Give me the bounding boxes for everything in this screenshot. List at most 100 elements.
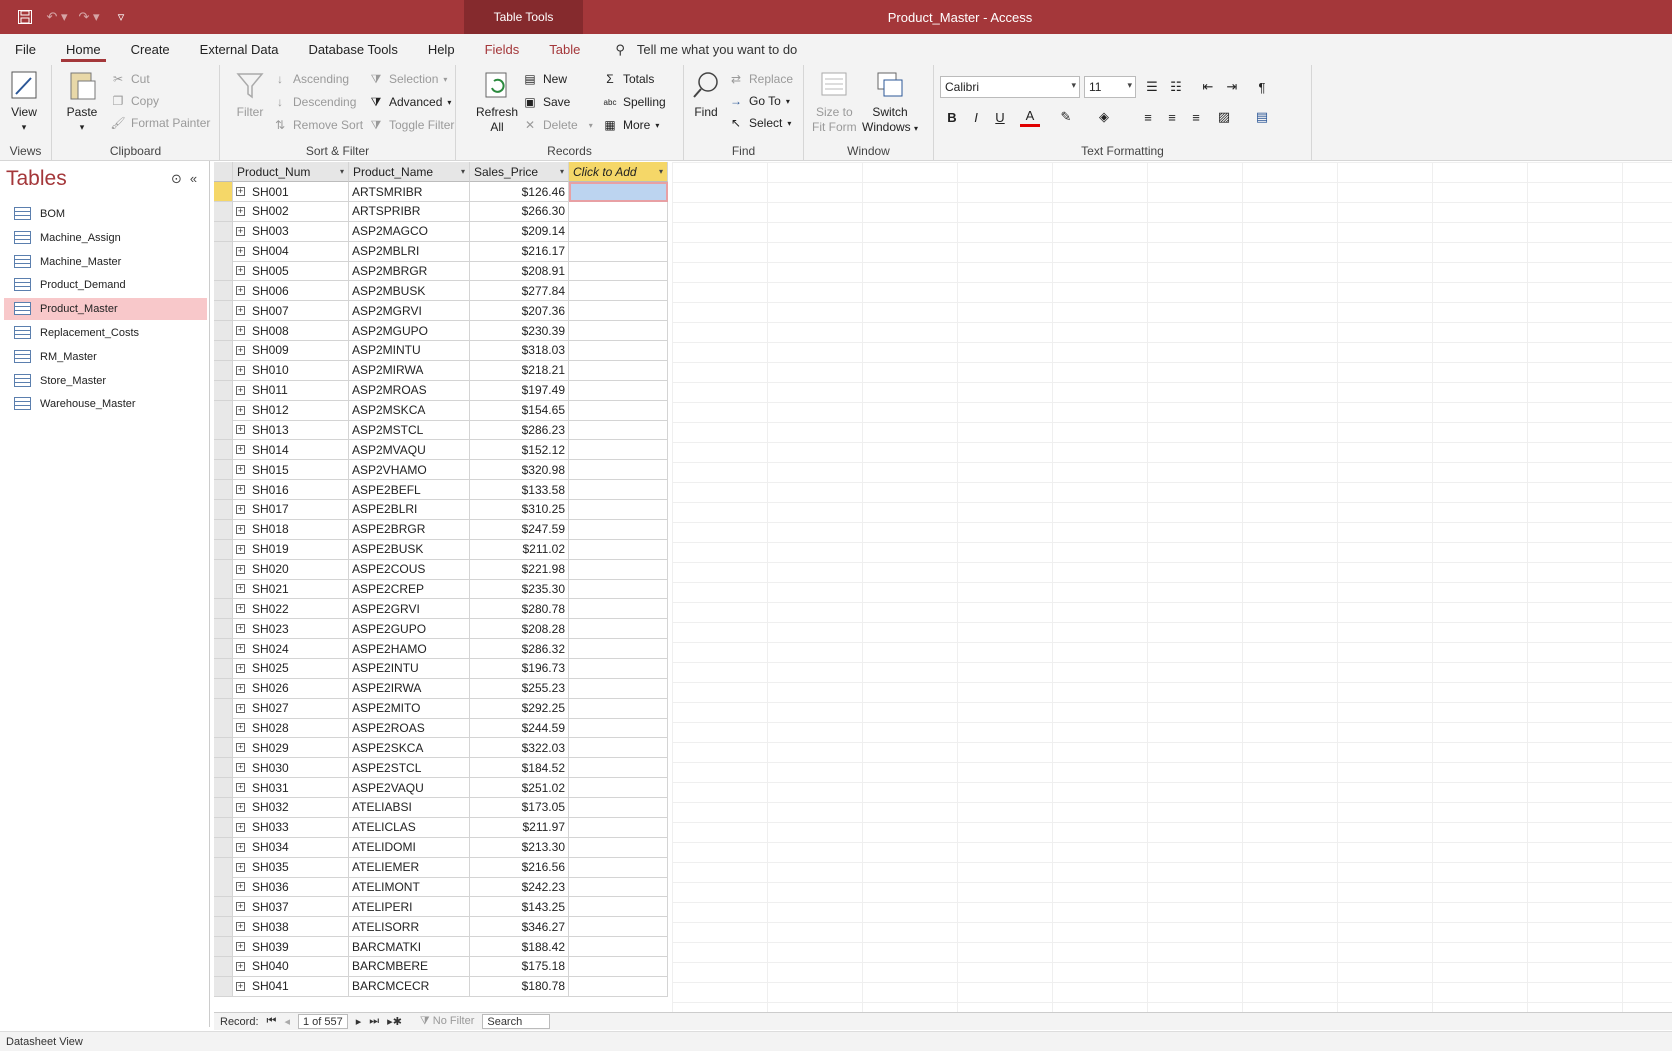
record-selector[interactable] [214, 817, 233, 838]
sales-price-cell[interactable]: $346.27 [470, 917, 569, 938]
product-num-cell[interactable]: + SH028 [233, 718, 349, 739]
record-selector[interactable] [214, 837, 233, 858]
expand-plus-icon[interactable]: + [236, 703, 245, 713]
click-to-add-cell[interactable] [569, 698, 668, 719]
table-row[interactable]: + SH021 ASPE2CREP $235.30 [214, 579, 668, 600]
product-name-cell[interactable]: ASPE2CREP [349, 579, 470, 600]
undo-icon[interactable]: ↶ ▾ [46, 6, 68, 28]
click-to-add-cell[interactable] [569, 519, 668, 540]
click-to-add-cell[interactable] [569, 758, 668, 779]
product-name-cell[interactable]: ASPE2BUSK [349, 539, 470, 560]
table-row[interactable]: + SH019 ASPE2BUSK $211.02 [214, 539, 668, 560]
last-record-icon[interactable]: ⏭ [369, 1015, 379, 1028]
record-selector[interactable] [214, 241, 233, 262]
product-name-cell[interactable]: ASPE2BLRI [349, 499, 470, 520]
click-to-add-cell[interactable] [569, 499, 668, 520]
column-header[interactable]: Product_Num ▾ [233, 162, 349, 182]
product-name-cell[interactable]: ATELIABSI [349, 797, 470, 818]
click-to-add-cell[interactable] [569, 897, 668, 918]
sales-price-cell[interactable]: $230.39 [470, 321, 569, 342]
record-selector[interactable] [214, 718, 233, 739]
replace-button[interactable]: ⇄ Replace [728, 71, 793, 87]
table-row[interactable]: + SH014 ASP2MVAQU $152.12 [214, 440, 668, 461]
product-name-cell[interactable]: ATELIMONT [349, 877, 470, 898]
click-to-add-cell[interactable] [569, 639, 668, 659]
record-selector[interactable] [214, 340, 233, 361]
product-num-cell[interactable]: + SH009 [233, 340, 349, 361]
decrease-indent-icon[interactable]: ⇤ [1198, 77, 1218, 97]
table-row[interactable]: + SH037 ATELIPERI $143.25 [214, 897, 668, 918]
click-to-add-cell[interactable] [569, 400, 668, 421]
sales-price-cell[interactable]: $216.56 [470, 857, 569, 878]
product-name-cell[interactable]: ASP2MSTCL [349, 420, 470, 441]
product-name-cell[interactable]: ATELIPERI [349, 897, 470, 918]
click-to-add-cell[interactable] [569, 976, 668, 997]
align-center-icon[interactable]: ≡ [1162, 107, 1182, 127]
product-name-cell[interactable]: ASP2MBUSK [349, 281, 470, 302]
save-icon[interactable] [14, 6, 36, 28]
click-to-add-cell[interactable] [569, 937, 668, 958]
sales-price-cell[interactable]: $251.02 [470, 778, 569, 799]
product-name-cell[interactable]: ASPE2SKCA [349, 738, 470, 759]
product-num-cell[interactable]: + SH029 [233, 738, 349, 759]
table-row[interactable]: + SH012 ASP2MSKCA $154.65 [214, 400, 668, 421]
tell-me-box[interactable]: ⚲ Tell me what you want to do [615, 42, 797, 58]
paragraph-direction-icon[interactable]: ¶ [1252, 77, 1272, 97]
product-num-cell[interactable]: + SH037 [233, 897, 349, 918]
table-row[interactable]: + SH020 ASPE2COUS $221.98 [214, 559, 668, 580]
column-dropdown-icon[interactable]: ▾ [560, 167, 564, 176]
selection-button[interactable]: ⧩ Selection ▾ [368, 71, 448, 87]
expand-plus-icon[interactable]: + [236, 763, 245, 773]
click-to-add-column[interactable]: Click to Add ▾ [569, 162, 668, 182]
expand-plus-icon[interactable]: + [236, 405, 245, 415]
expand-plus-icon[interactable]: + [236, 365, 245, 375]
record-selector[interactable] [214, 480, 233, 501]
record-selector[interactable] [214, 976, 233, 997]
product-name-cell[interactable]: ASPE2GRVI [349, 599, 470, 620]
record-selector[interactable] [214, 440, 233, 461]
table-row[interactable]: + SH013 ASP2MSTCL $286.23 [214, 420, 668, 441]
product-num-cell[interactable]: + SH014 [233, 440, 349, 461]
record-position-field[interactable]: 1 of 557 [297, 1014, 348, 1029]
record-selector[interactable] [214, 400, 233, 421]
record-selector[interactable] [214, 380, 233, 401]
expand-plus-icon[interactable]: + [236, 485, 245, 495]
sales-price-cell[interactable]: $208.28 [470, 619, 569, 640]
goto-button[interactable]: → Go To ▾ [728, 93, 790, 109]
sales-price-cell[interactable]: $235.30 [470, 579, 569, 600]
click-to-add-cell[interactable] [569, 877, 668, 898]
bullets-icon[interactable]: ☰ [1142, 77, 1162, 97]
click-to-add-cell[interactable] [569, 797, 668, 818]
sales-price-cell[interactable]: $209.14 [470, 221, 569, 242]
format-painter-button[interactable]: 🖌 Format Painter [110, 115, 210, 131]
table-row[interactable]: + SH010 ASP2MIRWA $218.21 [214, 360, 668, 381]
sales-price-cell[interactable]: $292.25 [470, 698, 569, 719]
product-num-cell[interactable]: + SH032 [233, 797, 349, 818]
nav-item-table[interactable]: Product_Demand [4, 274, 207, 296]
record-selector[interactable] [214, 619, 233, 640]
product-num-cell[interactable]: + SH006 [233, 281, 349, 302]
next-record-icon[interactable]: ▸ [356, 1015, 362, 1028]
sales-price-cell[interactable]: $152.12 [470, 440, 569, 461]
no-filter-indicator[interactable]: ⧩ No Filter [420, 1015, 474, 1028]
tab-home[interactable]: Home [51, 34, 116, 65]
product-num-cell[interactable]: + SH020 [233, 559, 349, 580]
expand-plus-icon[interactable]: + [236, 345, 245, 355]
table-row[interactable]: + SH004 ASP2MBLRI $216.17 [214, 241, 668, 262]
new-record-nav-icon[interactable]: ▸✱ [387, 1015, 402, 1028]
product-num-cell[interactable]: + SH036 [233, 877, 349, 898]
product-name-cell[interactable]: ASPE2IRWA [349, 678, 470, 699]
product-name-cell[interactable]: ASPE2VAQU [349, 778, 470, 799]
sales-price-cell[interactable]: $320.98 [470, 460, 569, 481]
nav-item-table[interactable]: Replacement_Costs [4, 322, 207, 344]
sales-price-cell[interactable]: $196.73 [470, 658, 569, 679]
product-name-cell[interactable]: ARTSMRIBR [349, 182, 470, 202]
record-selector[interactable] [214, 559, 233, 580]
click-to-add-cell[interactable] [569, 221, 668, 242]
sales-price-cell[interactable]: $184.52 [470, 758, 569, 779]
click-to-add-cell[interactable] [569, 559, 668, 580]
table-row[interactable]: + SH027 ASPE2MITO $292.25 [214, 698, 668, 719]
size-to-fit-form-button[interactable]: Size to Fit Form [812, 69, 857, 135]
redo-icon[interactable]: ↷ ▾ [78, 6, 100, 28]
paste-button[interactable]: Paste ▾ [66, 69, 98, 135]
